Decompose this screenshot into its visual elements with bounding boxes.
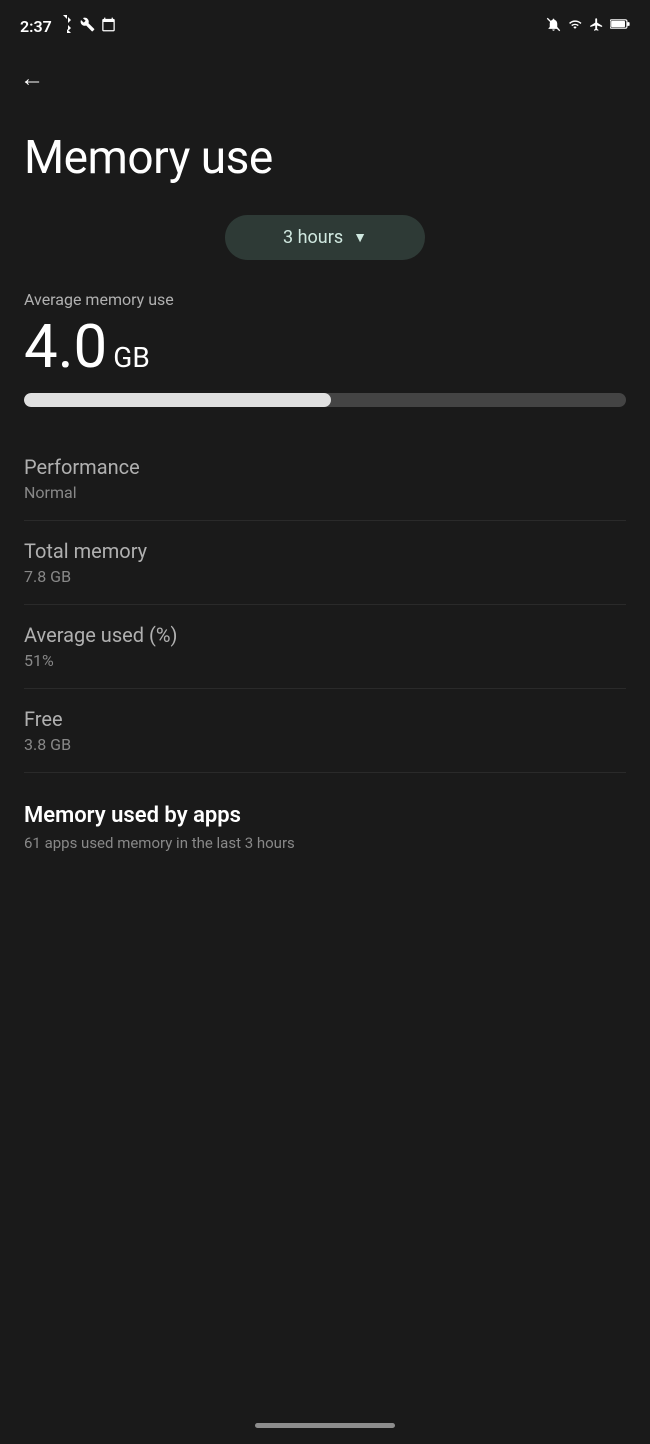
total-memory-label: Total memory (24, 539, 626, 563)
total-memory-row: Total memory 7.8 GB (24, 521, 626, 604)
average-used-label: Average used (%) (24, 623, 626, 647)
memory-unit: GB (113, 341, 150, 374)
back-button[interactable]: ← (0, 48, 650, 101)
average-used-row: Average used (%) 51% (24, 605, 626, 688)
status-icons-left (60, 15, 116, 37)
free-value: 3.8 GB (24, 735, 626, 754)
home-bar (255, 1423, 395, 1428)
battery-icon (610, 18, 630, 34)
apps-section: Memory used by apps 61 apps used memory … (0, 773, 650, 876)
performance-label: Performance (24, 455, 626, 479)
back-arrow-icon: ← (20, 64, 44, 92)
calendar-icon (101, 17, 116, 36)
memory-value: 4.0 GB (24, 317, 626, 377)
apps-subtitle: 61 apps used memory in the last 3 hours (24, 834, 626, 852)
progress-bar-fill (24, 393, 331, 407)
status-bar: 2:37 (0, 0, 650, 48)
performance-value: Normal (24, 483, 626, 502)
status-icons-right (546, 17, 630, 36)
airplane-icon (589, 17, 604, 36)
free-label: Free (24, 707, 626, 731)
memory-progress-bar (24, 393, 626, 407)
wifi-icon (567, 18, 583, 35)
stats-section: Average memory use 4.0 GB Performance No… (0, 290, 650, 772)
apps-title: Memory used by apps (24, 803, 626, 828)
average-used-value: 51% (24, 651, 626, 670)
wrench-icon (80, 17, 95, 36)
time-selector[interactable]: 3 hours ▼ (225, 215, 425, 260)
dropdown-arrow-icon: ▼ (353, 229, 367, 246)
status-time: 2:37 (20, 17, 52, 36)
bluetooth-icon (60, 15, 74, 37)
total-memory-value: 7.8 GB (24, 567, 626, 586)
time-selector-container: 3 hours ▼ (0, 215, 650, 290)
memory-number: 4.0 (24, 317, 107, 377)
page-title: Memory use (0, 101, 650, 215)
bell-off-icon (546, 17, 561, 36)
free-row: Free 3.8 GB (24, 689, 626, 772)
avg-label: Average memory use (24, 290, 626, 309)
status-left: 2:37 (20, 15, 116, 37)
performance-row: Performance Normal (24, 437, 626, 520)
time-selector-text: 3 hours (283, 227, 343, 248)
